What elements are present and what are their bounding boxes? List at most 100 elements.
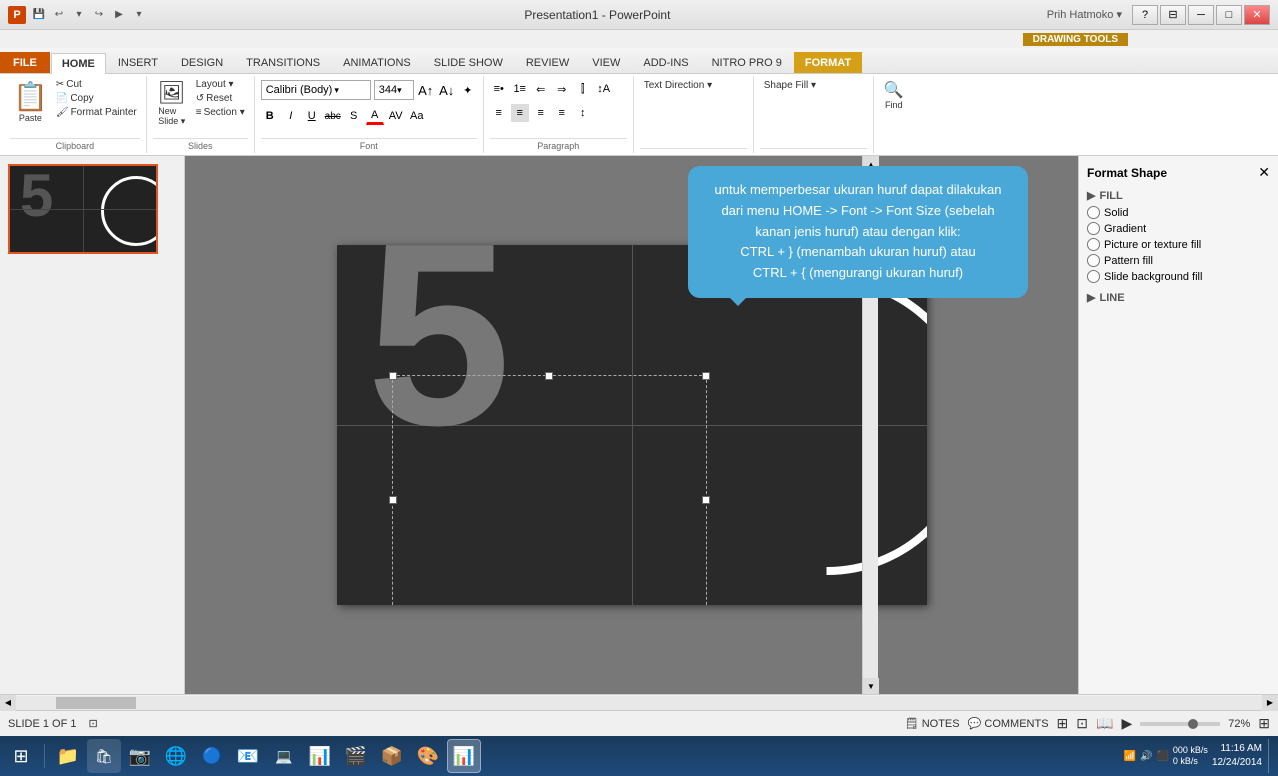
line-chevron[interactable]: ▶ xyxy=(1087,291,1095,304)
undo-btn[interactable]: ↩ xyxy=(50,6,68,24)
taskbar-dreamweaver[interactable]: 💻 xyxy=(267,739,301,773)
taskbar-excel[interactable]: 📊 xyxy=(303,739,337,773)
fill-pattern-radio[interactable] xyxy=(1087,254,1100,267)
align-center-btn[interactable]: ≡ xyxy=(511,104,529,122)
comments-btn[interactable]: 💬 COMMENTS xyxy=(968,717,1049,730)
handle-top-left[interactable] xyxy=(389,372,397,380)
clear-format-btn[interactable]: ✦ xyxy=(459,81,477,99)
tab-view[interactable]: VIEW xyxy=(581,52,631,73)
line-spacing-btn[interactable]: ↕ xyxy=(574,104,592,122)
font-size-dropdown[interactable]: ▾ xyxy=(397,85,402,96)
tab-animations[interactable]: ANIMATIONS xyxy=(332,52,422,73)
taskbar-mail[interactable]: 📧 xyxy=(231,739,265,773)
clock[interactable]: 11:16 AM 12/24/2014 xyxy=(1212,742,1262,770)
tab-nitro[interactable]: NITRO PRO 9 xyxy=(701,52,793,73)
taskbar-ie[interactable]: 🌐 xyxy=(159,739,193,773)
text-direction-btn[interactable]: ↕A xyxy=(595,80,613,98)
bold-btn[interactable]: B xyxy=(261,107,279,125)
taskbar-photos[interactable]: 📷 xyxy=(123,739,157,773)
tab-file[interactable]: FILE xyxy=(0,52,50,73)
font-size-box[interactable]: 344 ▾ xyxy=(374,80,414,100)
tab-slideshow[interactable]: SLIDE SHOW xyxy=(423,52,514,73)
fill-solid-radio[interactable] xyxy=(1087,206,1100,219)
italic-btn[interactable]: I xyxy=(282,107,300,125)
tab-insert[interactable]: INSERT xyxy=(107,52,169,73)
ribbon-toggle-btn[interactable]: ⊟ xyxy=(1160,5,1186,25)
bullets-btn[interactable]: ≡• xyxy=(490,80,508,98)
taskbar-chrome[interactable]: 🔵 xyxy=(195,739,229,773)
notes-btn[interactable]: 🗒 NOTES xyxy=(905,717,960,730)
handle-mid-left[interactable] xyxy=(389,496,397,504)
systray-volume[interactable]: 🔊 xyxy=(1140,751,1152,762)
systray-network[interactable]: 📶 xyxy=(1124,751,1136,762)
more-btn[interactable]: ▾ xyxy=(130,6,148,24)
taskbar-powerpoint-active[interactable]: 📊 xyxy=(447,739,481,773)
fit-page-btn[interactable]: ⊡ xyxy=(88,717,97,730)
shadow-btn[interactable]: S xyxy=(345,107,363,125)
slide-canvas[interactable]: 5 xyxy=(337,245,927,605)
tab-home[interactable]: HOME xyxy=(51,53,106,74)
view-slidesorter-btn[interactable]: ⊡ xyxy=(1076,715,1088,732)
taskbar-archive[interactable]: 📦 xyxy=(375,739,409,773)
fill-background-radio[interactable] xyxy=(1087,270,1100,283)
decrease-indent-btn[interactable]: ⇐ xyxy=(532,80,550,98)
change-case-btn[interactable]: Aa xyxy=(408,107,426,125)
char-spacing-btn[interactable]: AV xyxy=(387,107,405,125)
scroll-right-btn[interactable]: ▶ xyxy=(1262,695,1278,711)
font-name-box[interactable]: Calibri (Body) ▾ xyxy=(261,80,371,100)
layout-button[interactable]: Layout ▾ xyxy=(193,78,248,91)
handle-top-right[interactable] xyxy=(702,372,710,380)
justify-btn[interactable]: ≡ xyxy=(553,104,571,122)
align-right-btn[interactable]: ≡ xyxy=(532,104,550,122)
grow-font-btn[interactable]: A↑ xyxy=(417,81,435,99)
format-painter-button[interactable]: 🖌 Format Painter xyxy=(53,106,140,119)
help-btn[interactable]: ? xyxy=(1132,5,1158,25)
reset-button[interactable]: ↺ Reset xyxy=(193,92,248,105)
undo-arrow[interactable]: ▾ xyxy=(70,6,88,24)
shrink-font-btn[interactable]: A↓ xyxy=(438,81,456,99)
handle-top-mid[interactable] xyxy=(545,372,553,380)
maximize-btn[interactable]: □ xyxy=(1216,5,1242,25)
save-btn[interactable]: 💾 xyxy=(30,6,48,24)
show-desktop-btn[interactable] xyxy=(1268,739,1274,773)
fit-window-btn[interactable]: ⊞ xyxy=(1258,715,1270,732)
section-button[interactable]: ≡ Section ▾ xyxy=(193,106,248,119)
cut-button[interactable]: ✂ Cut xyxy=(53,78,140,91)
new-slide-button[interactable]: 🖼NewSlide ▾ xyxy=(153,78,191,129)
zoom-slider[interactable] xyxy=(1140,722,1220,726)
slide-thumbnail[interactable]: 5 xyxy=(8,164,158,254)
panel-close-btn[interactable]: ✕ xyxy=(1258,164,1270,181)
scroll-down-btn[interactable]: ▼ xyxy=(863,678,879,694)
align-left-btn[interactable]: ≡ xyxy=(490,104,508,122)
view-normal-btn[interactable]: ⊞ xyxy=(1057,715,1069,732)
close-btn[interactable]: ✕ xyxy=(1244,5,1270,25)
increase-indent-btn[interactable]: ⇒ xyxy=(553,80,571,98)
underline-btn[interactable]: U xyxy=(303,107,321,125)
find-button[interactable]: 🔍Find xyxy=(880,78,908,112)
numbering-btn[interactable]: 1≡ xyxy=(511,80,529,98)
font-dropdown-icon[interactable]: ▾ xyxy=(334,85,339,96)
present-btn[interactable]: ▶ xyxy=(110,6,128,24)
horizontal-scrollbar[interactable]: ◀ ▶ xyxy=(0,694,1278,710)
strikethrough-btn[interactable]: abc xyxy=(324,107,342,125)
h-scroll-thumb[interactable] xyxy=(56,697,136,709)
taskbar-store[interactable]: 🛍 xyxy=(87,739,121,773)
fill-gradient-radio[interactable] xyxy=(1087,222,1100,235)
tab-format[interactable]: FORMAT xyxy=(794,52,862,73)
taskbar-media[interactable]: 🎬 xyxy=(339,739,373,773)
copy-button[interactable]: 📄 Copy xyxy=(53,92,140,105)
columns-btn[interactable]: ⫿ xyxy=(574,80,592,98)
start-btn[interactable]: ⊞ xyxy=(4,739,38,773)
tab-transitions[interactable]: TRANSITIONS xyxy=(235,52,331,73)
tab-review[interactable]: REVIEW xyxy=(515,52,580,73)
handle-mid-right[interactable] xyxy=(702,496,710,504)
taskbar-file-explorer[interactable]: 📁 xyxy=(51,739,85,773)
tab-design[interactable]: DESIGN xyxy=(170,52,234,73)
view-reading-btn[interactable]: 📖 xyxy=(1096,715,1113,732)
fill-chevron[interactable]: ▶ xyxy=(1087,189,1095,202)
font-color-btn[interactable]: A xyxy=(366,107,384,125)
scroll-left-btn[interactable]: ◀ xyxy=(0,695,16,711)
tab-addins[interactable]: ADD-INS xyxy=(632,52,699,73)
selection-box[interactable] xyxy=(392,375,707,605)
taskbar-paint[interactable]: 🎨 xyxy=(411,739,445,773)
